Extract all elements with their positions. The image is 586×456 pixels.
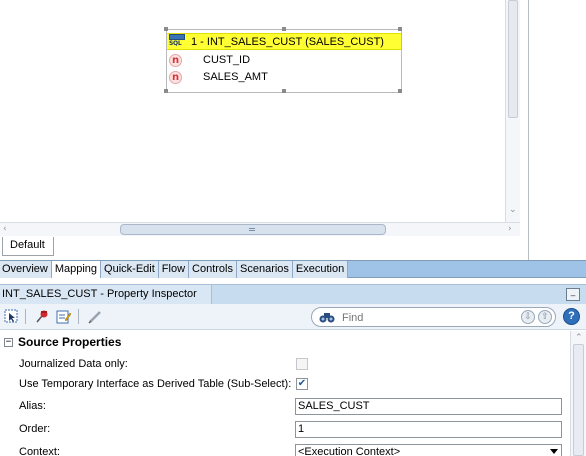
property-label: Order: bbox=[19, 423, 51, 435]
derived-table-checkbox[interactable]: ✔ bbox=[296, 378, 308, 390]
property-row: Journalized Data only: bbox=[0, 354, 570, 376]
scroll-up-icon[interactable]: ⌃ bbox=[575, 333, 583, 343]
order-field[interactable]: 1 bbox=[295, 421, 562, 438]
chevron-down-icon[interactable] bbox=[550, 449, 558, 454]
collapse-icon[interactable]: − bbox=[4, 337, 13, 347]
resize-handle[interactable] bbox=[164, 89, 168, 93]
scrollbar-grip-icon bbox=[249, 228, 255, 231]
column-row[interactable]: n SALES_AMT bbox=[169, 69, 268, 85]
section-header[interactable]: − Source Properties bbox=[4, 334, 121, 350]
tab-flow[interactable]: Flow bbox=[158, 261, 190, 278]
property-row: Order: 1 bbox=[0, 419, 570, 441]
edit-properties-icon[interactable] bbox=[55, 308, 72, 325]
find-field[interactable]: ⇩ ⇧ bbox=[311, 307, 556, 327]
find-next-icon[interactable]: ⇩ bbox=[521, 310, 535, 324]
property-sheet: − Source Properties Journalized Data onl… bbox=[0, 331, 570, 456]
toolbar-separator bbox=[25, 309, 26, 324]
pencil-icon[interactable] bbox=[87, 308, 104, 325]
property-inspector-header: INT_SALES_CUST - Property Inspector _ bbox=[0, 284, 586, 304]
pin-icon[interactable] bbox=[34, 308, 51, 325]
minimize-icon[interactable]: _ bbox=[566, 288, 580, 301]
property-label: Journalized Data only: bbox=[19, 358, 128, 370]
toolbar-separator bbox=[78, 309, 79, 324]
resize-handle[interactable] bbox=[164, 27, 168, 31]
numeric-column-icon: n bbox=[169, 70, 182, 84]
section-label: Source Properties bbox=[18, 335, 122, 349]
canvas-vertical-scrollbar[interactable]: ⌄ bbox=[505, 0, 520, 222]
datastore-title: 1 - INT_SALES_CUST (SALES_CUST) bbox=[191, 35, 384, 48]
property-row: Use Temporary Interface as Derived Table… bbox=[0, 374, 570, 396]
property-label: Use Temporary Interface as Derived Table… bbox=[19, 378, 292, 390]
scrollbar-thumb[interactable] bbox=[120, 224, 386, 235]
tab-default[interactable]: Default bbox=[2, 237, 54, 256]
resize-handle[interactable] bbox=[282, 27, 286, 31]
column-name: SALES_AMT bbox=[203, 71, 268, 83]
tab-overview[interactable]: Overview bbox=[0, 261, 52, 278]
odi-interface-editor: SQL 1 - INT_SALES_CUST (SALES_CUST) n CU… bbox=[0, 0, 586, 456]
select-node-icon[interactable] bbox=[3, 308, 20, 325]
help-icon[interactable]: ? bbox=[563, 308, 580, 325]
editor-tab-bar: Overview Mapping Quick-Edit Flow Control… bbox=[0, 260, 586, 278]
canvas-horizontal-scrollbar[interactable]: ‹ › bbox=[0, 222, 520, 236]
sql-datastore-icon: SQL bbox=[169, 34, 187, 49]
context-select-value: <Execution Context> bbox=[298, 446, 401, 456]
journalized-data-checkbox[interactable] bbox=[296, 358, 308, 370]
datastore-node[interactable]: SQL 1 - INT_SALES_CUST (SALES_CUST) n CU… bbox=[164, 27, 402, 93]
property-row: Alias: SALES_CUST bbox=[0, 396, 570, 418]
tab-scenarios[interactable]: Scenarios bbox=[237, 261, 293, 278]
context-select[interactable]: <Execution Context> bbox=[295, 444, 562, 456]
tab-quick-edit[interactable]: Quick-Edit bbox=[101, 261, 159, 278]
resize-handle[interactable] bbox=[282, 89, 286, 93]
diagram-tab-strip bbox=[0, 236, 520, 260]
resize-handle[interactable] bbox=[398, 27, 402, 31]
numeric-column-icon: n bbox=[169, 53, 182, 67]
tab-execution[interactable]: Execution bbox=[292, 261, 349, 278]
tab-controls[interactable]: Controls bbox=[189, 261, 237, 278]
scrollbar-thumb[interactable] bbox=[508, 0, 518, 118]
scroll-right-icon[interactable]: › bbox=[508, 225, 512, 234]
column-row[interactable]: n CUST_ID bbox=[169, 52, 250, 68]
property-row: Context: <Execution Context> bbox=[0, 442, 570, 456]
property-inspector-toolbar: ⇩ ⇧ ? bbox=[0, 304, 586, 330]
resize-handle[interactable] bbox=[398, 89, 402, 93]
scroll-down-icon[interactable]: ⌄ bbox=[509, 206, 517, 215]
datastore-title-bar[interactable]: SQL 1 - INT_SALES_CUST (SALES_CUST) bbox=[167, 33, 401, 50]
property-label: Context: bbox=[19, 446, 60, 456]
scroll-left-icon[interactable]: ‹ bbox=[3, 225, 7, 234]
property-inspector-title[interactable]: INT_SALES_CUST - Property Inspector bbox=[0, 285, 212, 304]
find-input[interactable] bbox=[342, 310, 512, 325]
find-previous-icon[interactable]: ⇧ bbox=[538, 310, 552, 324]
scrollbar-thumb[interactable] bbox=[573, 344, 584, 456]
alias-field[interactable]: SALES_CUST bbox=[295, 398, 562, 415]
property-label: Alias: bbox=[19, 400, 46, 412]
diagram-canvas[interactable]: SQL 1 - INT_SALES_CUST (SALES_CUST) n CU… bbox=[0, 0, 520, 236]
tab-mapping[interactable]: Mapping bbox=[51, 261, 102, 278]
property-sheet-scrollbar[interactable]: ⌃ bbox=[570, 331, 586, 456]
binoculars-icon bbox=[319, 310, 335, 327]
side-panel-content bbox=[528, 0, 586, 260]
column-name: CUST_ID bbox=[203, 54, 251, 66]
side-panel bbox=[520, 0, 586, 260]
